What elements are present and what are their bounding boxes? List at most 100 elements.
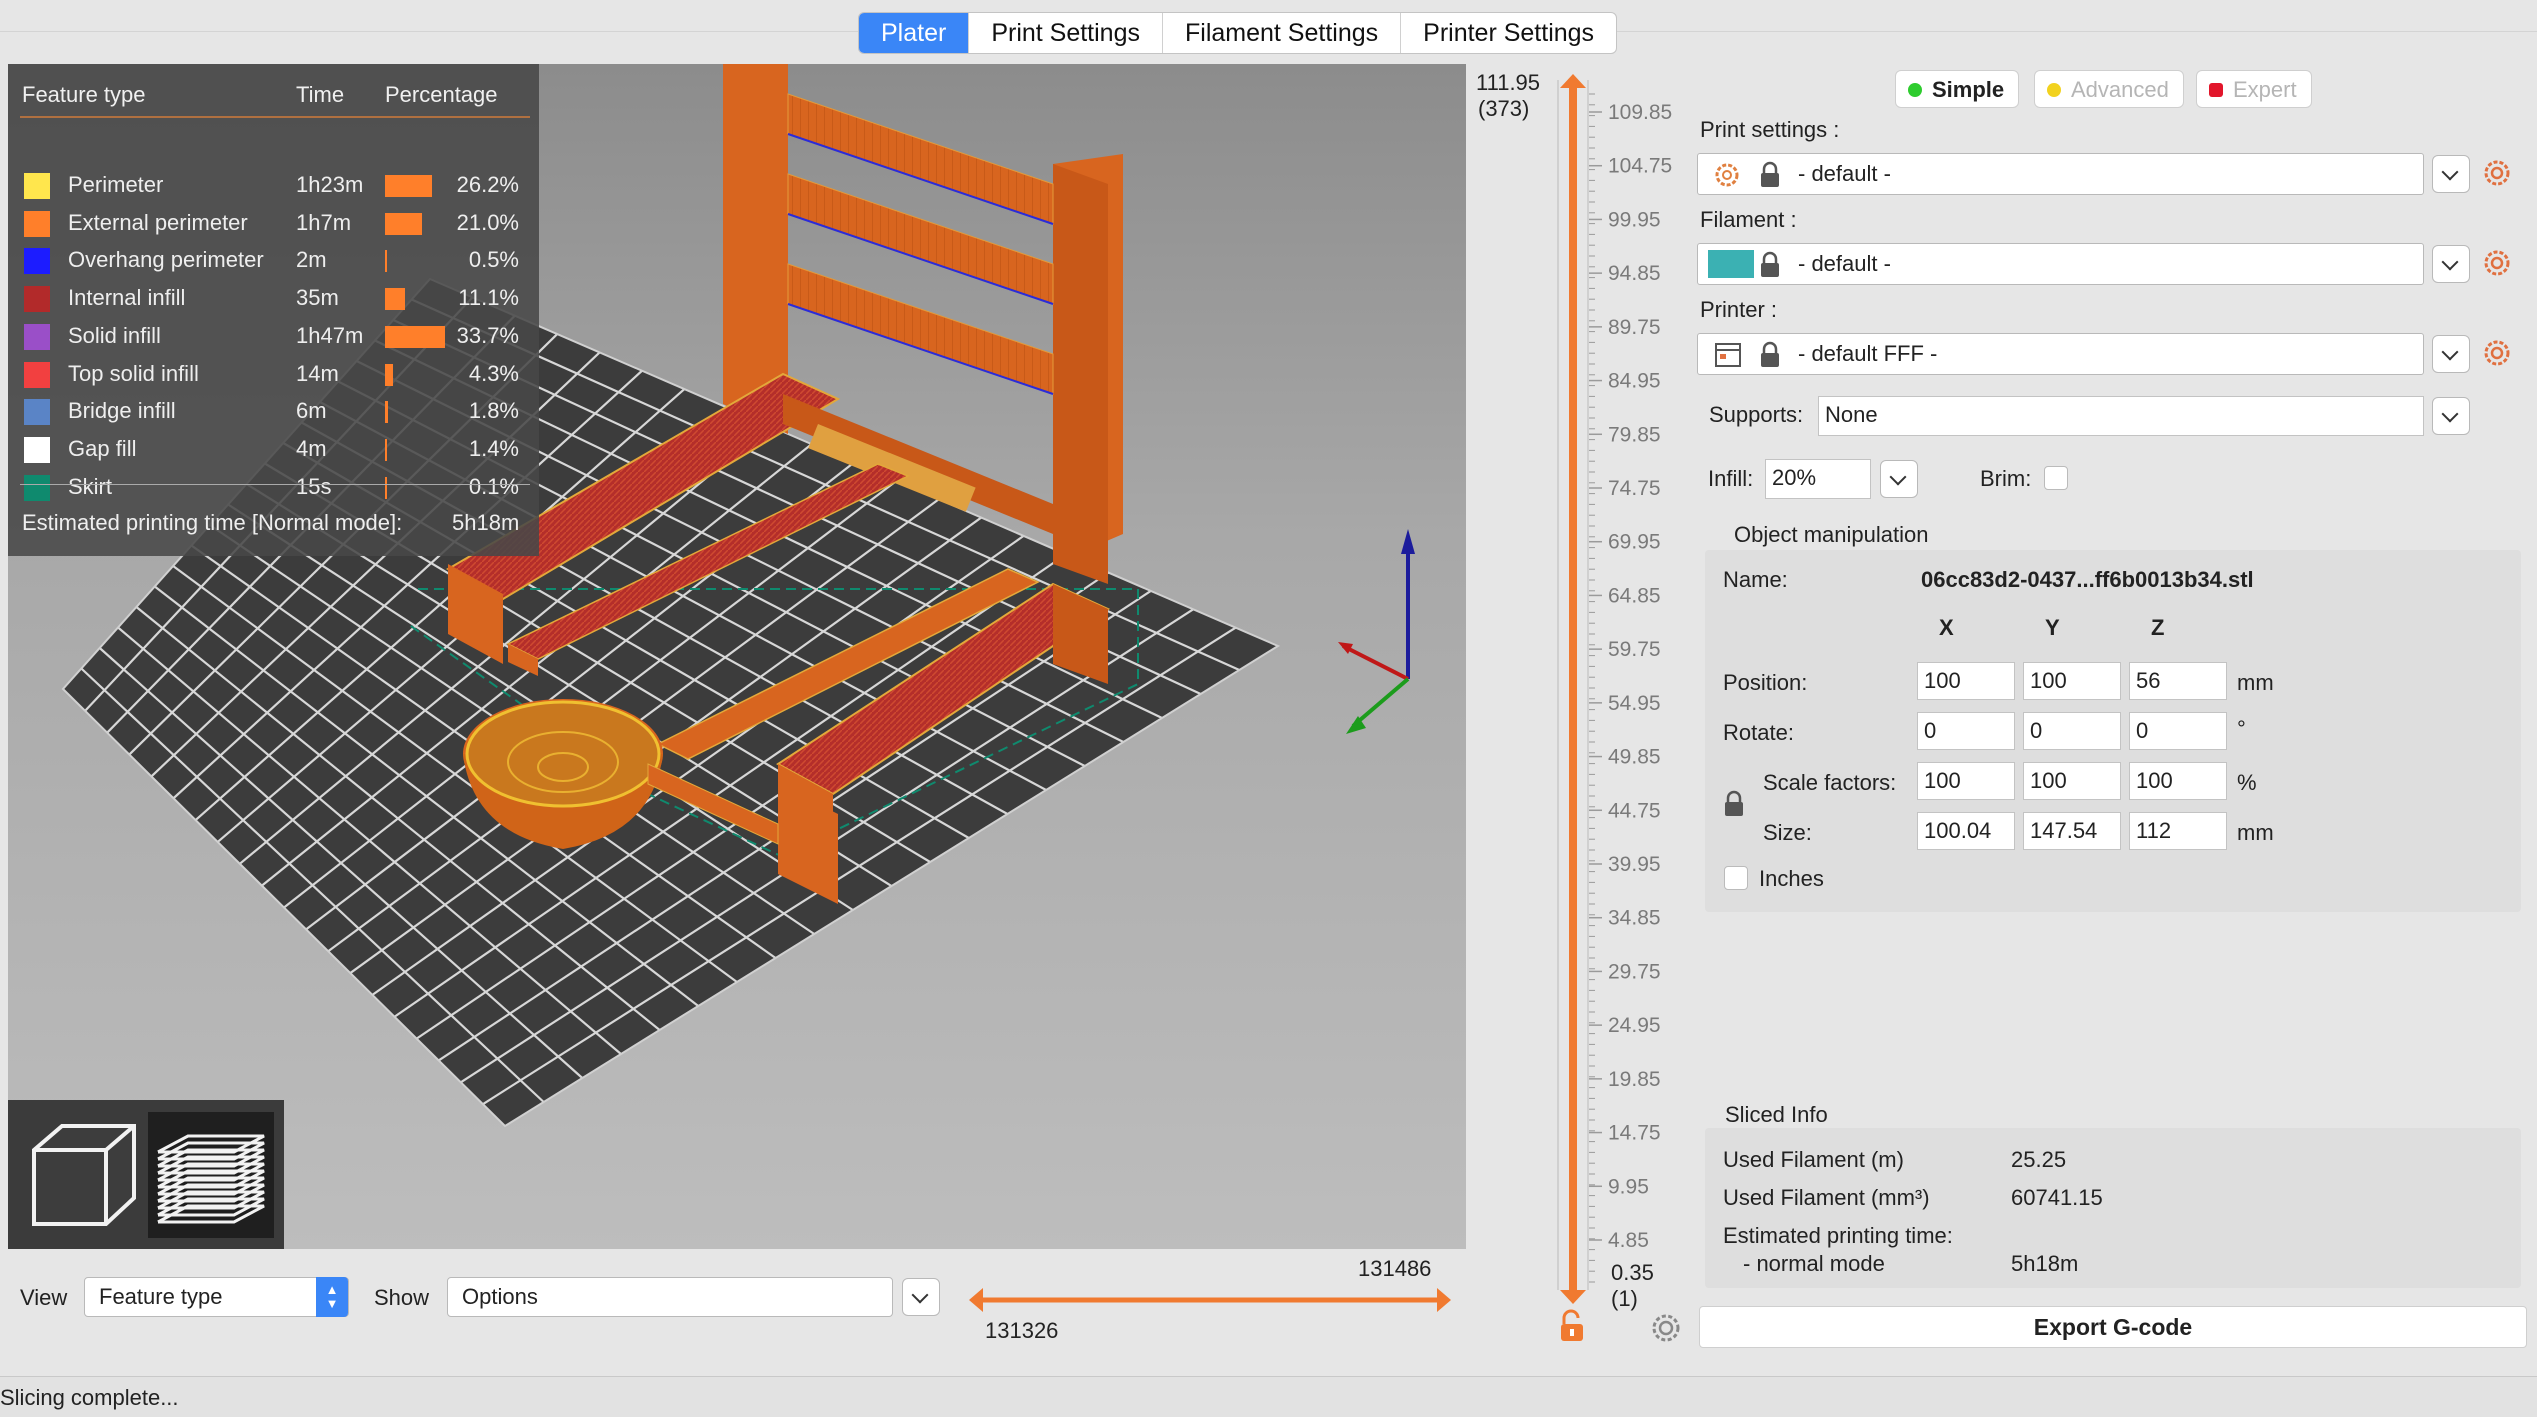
legend-divider xyxy=(20,116,530,118)
used-filament-m-label: Used Filament (m) xyxy=(1723,1147,1904,1172)
printer-icon xyxy=(1715,343,1741,367)
legend-feature-name: Perimeter xyxy=(68,172,164,197)
h-slider-right-thumb[interactable] xyxy=(1437,1288,1451,1312)
legend-feature-name: Internal infill xyxy=(68,285,186,311)
tab-print-settings[interactable]: Print Settings xyxy=(969,13,1163,53)
scale-z-field[interactable]: 100 xyxy=(2129,762,2227,800)
export-gcode-button[interactable]: Export G-code xyxy=(1699,1306,2527,1348)
lock-open-icon[interactable] xyxy=(1561,1309,1583,1341)
feature-legend: Feature type Time Percentage Perimeter 1h… xyxy=(8,64,539,556)
lock-icon xyxy=(1761,161,1779,187)
legend-feature-time: 1h23m xyxy=(296,172,364,197)
legend-percentage-bar xyxy=(385,250,387,273)
legend-row: Gap fill 4m 1.4% xyxy=(8,430,539,468)
rotate-z-field[interactable]: 0 xyxy=(2129,712,2227,750)
inches-checkbox[interactable] xyxy=(1724,866,1748,890)
show-options-dropdown-button[interactable] xyxy=(902,1278,940,1316)
legend-header-time: Time xyxy=(296,82,345,107)
normal-mode-value: 5h18m xyxy=(2011,1251,2079,1276)
brim-checkbox[interactable] xyxy=(2044,466,2068,490)
scale-lock-icon[interactable] xyxy=(1722,790,1746,818)
vertical-layer-slider[interactable]: 111.95 (373) 109.85 104.75 99.95 94.85 89.75… xyxy=(1466,64,1686,1354)
legend-color-swatch xyxy=(24,436,50,463)
3d-view-icon[interactable] xyxy=(20,1112,146,1238)
legend-feature-name: Overhang perimeter xyxy=(68,247,264,273)
filament-select[interactable]: - default - xyxy=(1697,243,2424,285)
size-unit: mm xyxy=(2237,820,2274,845)
supports-dropdown-button[interactable] xyxy=(2432,397,2470,435)
rotate-y-field[interactable]: 0 xyxy=(2023,712,2121,750)
legend-feature-name: Solid infill xyxy=(68,322,161,348)
print-settings-select[interactable]: - default - xyxy=(1697,153,2424,195)
scale-factors-label: Scale factors: xyxy=(1763,770,1897,795)
layers-view-icon[interactable] xyxy=(148,1112,274,1238)
slider-settings-gear-icon[interactable] xyxy=(1652,1314,1680,1342)
show-options-value: Options xyxy=(462,1284,538,1309)
show-options-field[interactable]: Options xyxy=(447,1277,893,1317)
v-slider-bottom-thumb[interactable] xyxy=(1560,1290,1586,1304)
position-x-field[interactable]: 100 xyxy=(1917,662,2015,700)
mode-advanced-label: Advanced xyxy=(2071,77,2169,102)
view-type-select[interactable]: Feature type ▲ ▼ xyxy=(84,1277,349,1317)
legend-feature-time: 35m xyxy=(296,285,339,311)
tab-printer-settings[interactable]: Printer Settings xyxy=(1401,13,1616,53)
h-slider-left-thumb[interactable] xyxy=(969,1288,983,1312)
v-slider-track: 109.85 104.75 99.95 94.85 89.75 84.95 79.85 74.… xyxy=(1557,74,1680,1342)
infill-field[interactable]: 20% xyxy=(1765,459,1871,499)
used-filament-mm3-value: 60741.15 xyxy=(2011,1185,2103,1210)
status-bar: Slicing complete... xyxy=(0,1376,2537,1417)
v-slider-tick-label: 14.75 xyxy=(1608,1122,1661,1145)
v-slider-tick-label: 89.75 xyxy=(1608,316,1661,339)
scale-y-field[interactable]: 100 xyxy=(2023,762,2121,800)
legend-feature-percentage: 1.8% xyxy=(468,398,519,424)
tab-filament-settings[interactable]: Filament Settings xyxy=(1163,13,1402,53)
size-x-field[interactable]: 100.04 xyxy=(1917,812,2015,850)
view-mode-toggle xyxy=(8,1100,284,1249)
legend-feature-percentage: 26.2% xyxy=(456,172,519,197)
scale-x-field[interactable]: 100 xyxy=(1917,762,2015,800)
legend-feature-percentage: 21.0% xyxy=(456,209,519,235)
filament-edit-gear-icon[interactable] xyxy=(2482,248,2512,278)
mode-advanced-button[interactable]: Advanced xyxy=(2034,70,2184,108)
v-slider-tick-label: 29.75 xyxy=(1608,960,1661,983)
axis-z-header: Z xyxy=(2151,615,2165,640)
filament-dropdown-button[interactable] xyxy=(2432,245,2470,283)
legend-feature-name: Gap fill xyxy=(68,435,137,461)
supports-select[interactable]: None xyxy=(1818,396,2424,436)
print-settings-edit-gear-icon[interactable] xyxy=(2482,158,2512,188)
print-settings-label: Print settings : xyxy=(1700,117,1840,142)
updown-chevron-icon: ▲ ▼ xyxy=(316,1277,348,1317)
legend-row: Bridge infill 6m 1.8% xyxy=(8,392,539,430)
v-slider-top-thumb[interactable] xyxy=(1560,74,1586,88)
tab-plater[interactable]: Plater xyxy=(859,13,970,53)
printer-edit-gear-icon[interactable] xyxy=(2482,338,2512,368)
position-y-field[interactable]: 100 xyxy=(2023,662,2121,700)
3d-viewport[interactable]: Feature type Time Percentage Perimeter 1h… xyxy=(8,64,1466,1249)
mode-simple-label: Simple xyxy=(1932,77,2005,102)
print-settings-dropdown-button[interactable] xyxy=(2432,155,2470,193)
status-dot-red-icon xyxy=(2209,83,2223,97)
horizontal-move-slider[interactable] xyxy=(965,1280,1455,1320)
object-name-value: 06cc83d2-0437...ff6b0013b34.stl xyxy=(1921,567,2254,592)
printer-select[interactable]: - default FFF - xyxy=(1697,333,2424,375)
legend-divider xyxy=(20,484,530,485)
status-dot-green-icon xyxy=(1908,83,1922,97)
supports-label: Supports: xyxy=(1709,402,1804,427)
mode-expert-button[interactable]: Expert xyxy=(2196,70,2312,108)
rotate-x-field[interactable]: 0 xyxy=(1917,712,2015,750)
filament-color-swatch xyxy=(1708,250,1754,278)
v-slider-tick-label: 69.95 xyxy=(1608,531,1661,554)
printer-dropdown-button[interactable] xyxy=(2432,335,2470,373)
main-tabs: Plater Print Settings Filament Settings … xyxy=(858,12,1618,54)
size-z-field[interactable]: 112 xyxy=(2129,812,2227,850)
position-z-field[interactable]: 56 xyxy=(2129,662,2227,700)
inches-label: Inches xyxy=(1759,866,1824,891)
v-slider-tick-label: 99.95 xyxy=(1608,208,1661,231)
filament-value: - default - xyxy=(1798,251,1891,276)
lock-icon xyxy=(1761,251,1779,277)
v-slider-tick-label: 74.75 xyxy=(1608,477,1661,500)
position-label: Position: xyxy=(1723,670,1808,695)
size-y-field[interactable]: 147.54 xyxy=(2023,812,2121,850)
infill-dropdown-button[interactable] xyxy=(1880,460,1918,498)
mode-simple-button[interactable]: Simple xyxy=(1895,70,2020,108)
